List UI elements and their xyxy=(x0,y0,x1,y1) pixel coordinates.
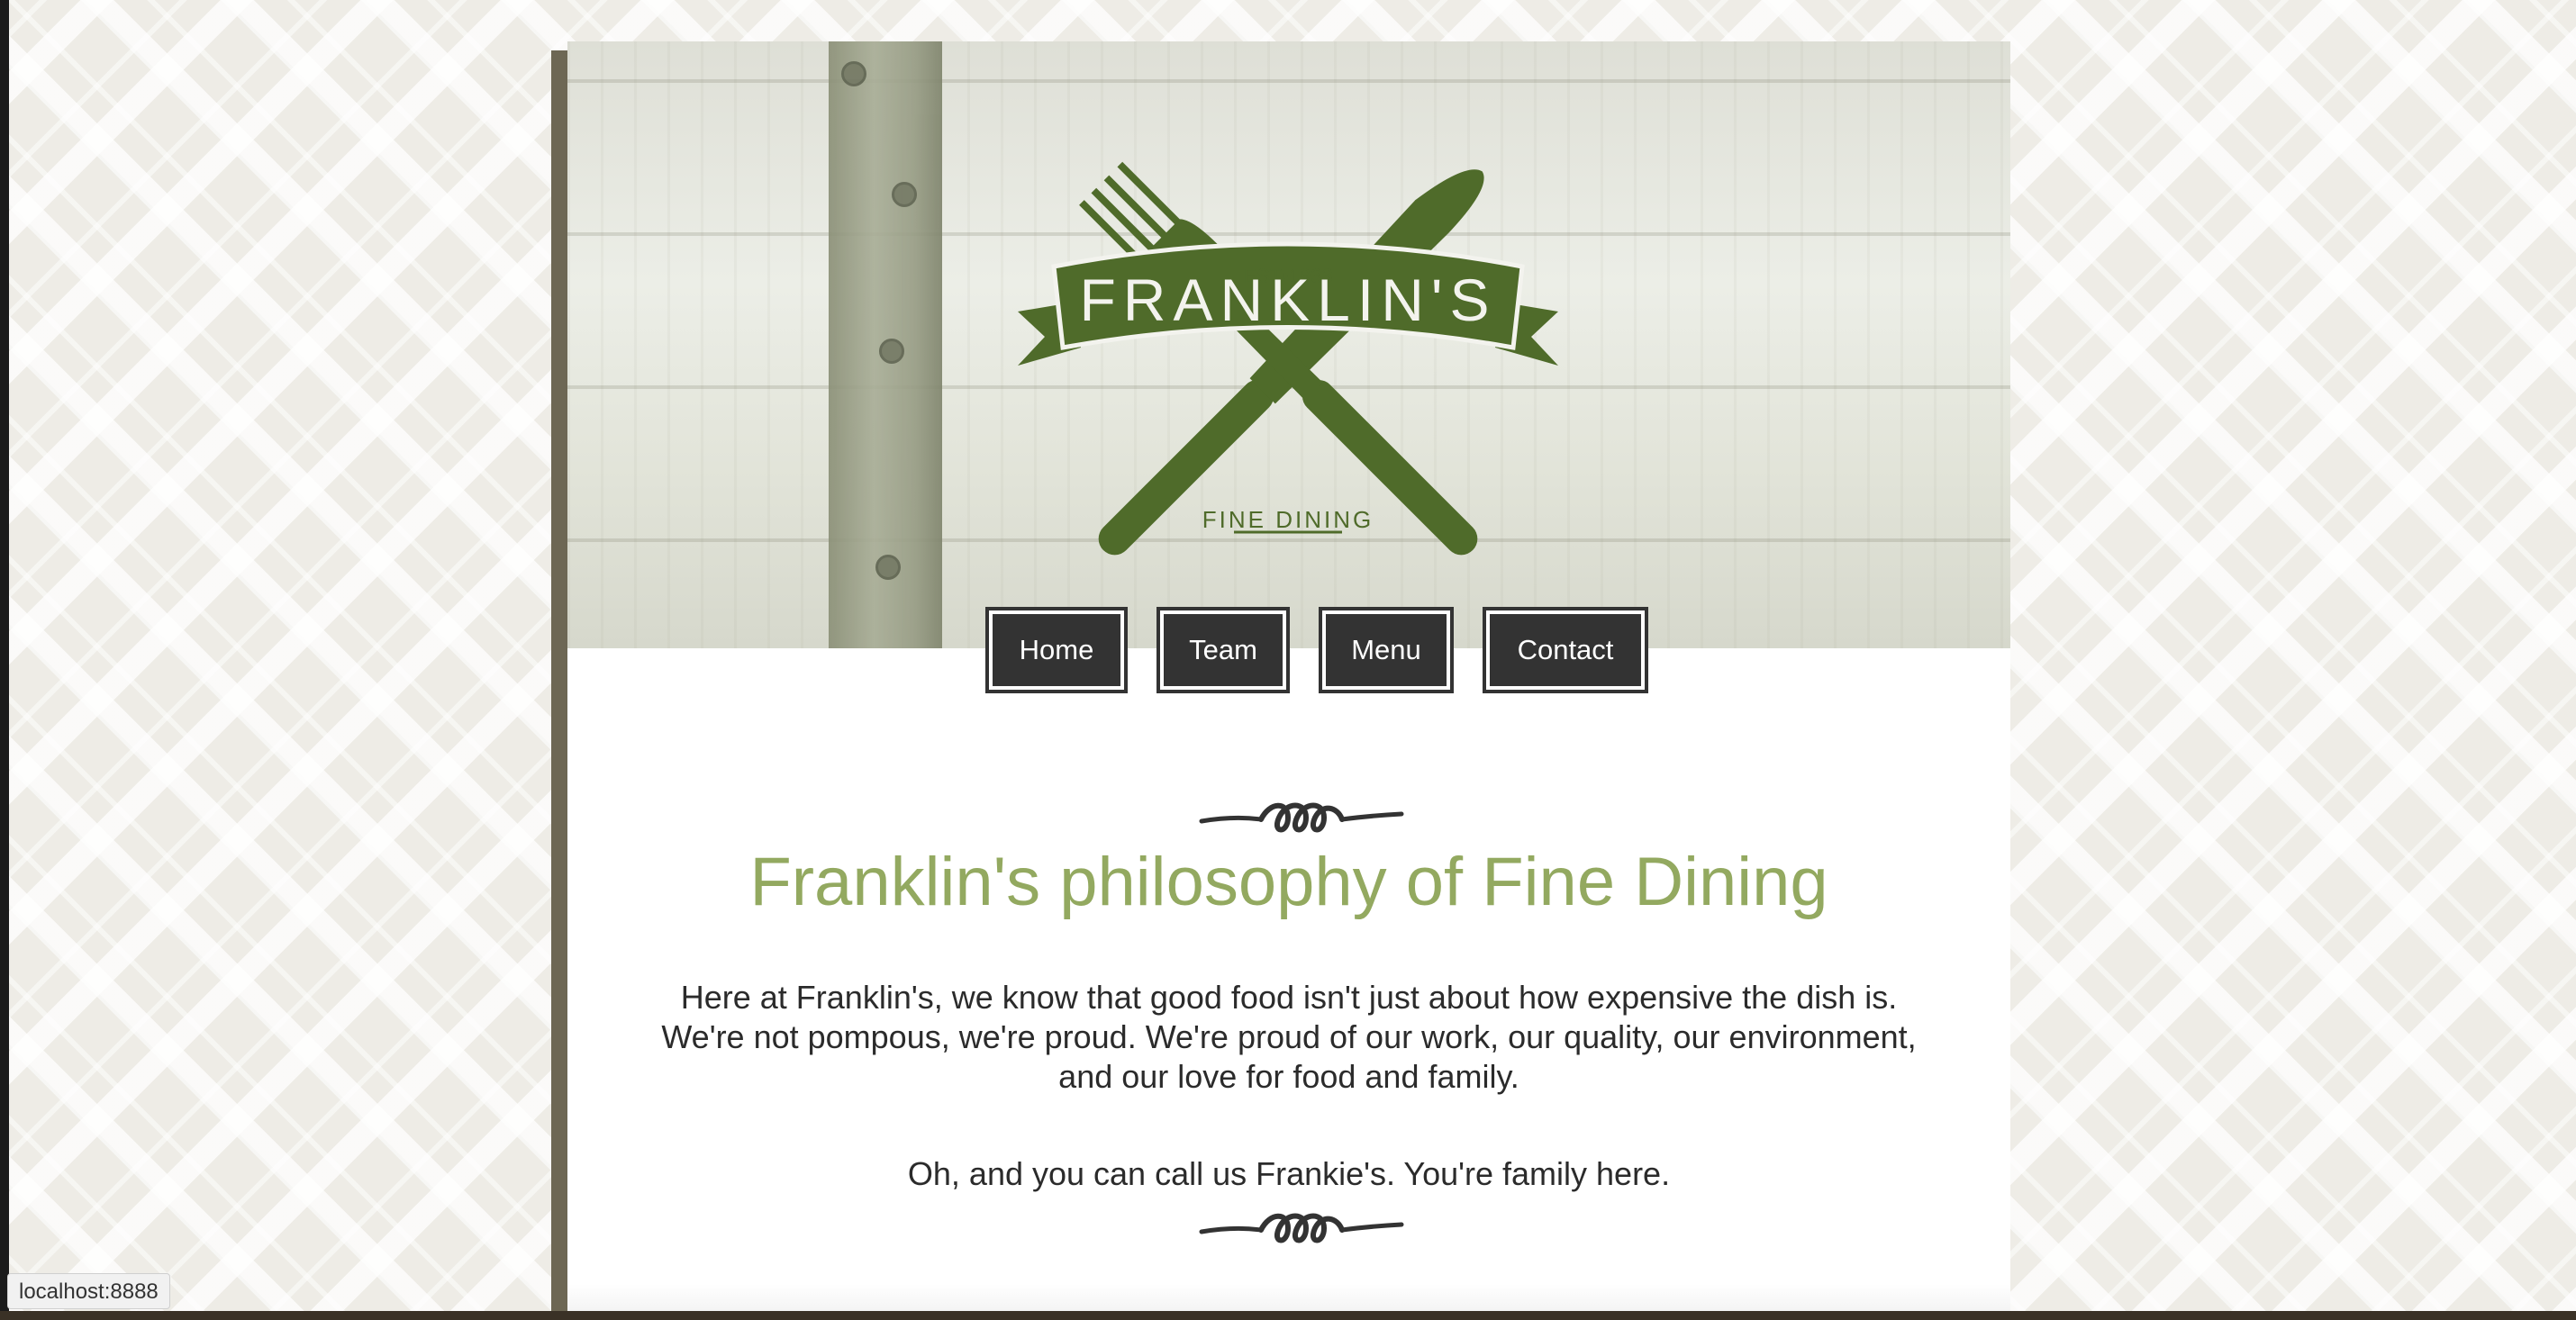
crossed-fork-knife-icon: EST•1933 FRANKLIN'S FINE DINING xyxy=(1018,161,1558,556)
page-shadow xyxy=(551,50,567,1311)
page-headline: Franklin's philosophy of Fine Dining xyxy=(749,844,1828,920)
nav-team-label: Team xyxy=(1189,634,1257,665)
nav-contact-button[interactable]: Contact xyxy=(1483,607,1648,693)
wood-strap-decoration xyxy=(829,41,942,648)
nav-contact-label: Contact xyxy=(1517,634,1614,665)
intro-paragraph: Here at Franklin's, we know that good fo… xyxy=(661,979,1917,1095)
logo-name-text: FRANKLIN'S xyxy=(1079,267,1496,333)
ornamental-divider-icon xyxy=(1198,798,1405,837)
nav-menu-button[interactable]: Menu xyxy=(1319,607,1454,693)
nav-menu-label: Menu xyxy=(1351,634,1421,665)
window-bottom-edge xyxy=(0,1311,2576,1320)
hero-banner: EST•1933 FRANKLIN'S FINE DINING xyxy=(567,41,2010,648)
page-container: EST•1933 FRANKLIN'S FINE DINING Home Tea… xyxy=(551,41,2010,1311)
window-left-edge xyxy=(0,0,9,1320)
ornamental-divider-icon xyxy=(1198,1208,1405,1248)
main-navigation: Home Team Menu Contact xyxy=(567,607,2010,697)
bolt-icon xyxy=(879,339,904,364)
nav-home-label: Home xyxy=(1019,634,1094,665)
family-paragraph: Oh, and you can call us Frankie's. You'r… xyxy=(907,1155,1671,1192)
status-bar-url: localhost:8888 xyxy=(7,1273,170,1309)
nav-team-button[interactable]: Team xyxy=(1156,607,1290,693)
logo-tagline-text: FINE DINING xyxy=(1202,506,1374,533)
page-content: EST•1933 FRANKLIN'S FINE DINING Home Tea… xyxy=(567,41,2010,1311)
nav-home-button[interactable]: Home xyxy=(985,607,1128,693)
bolt-icon xyxy=(875,555,901,580)
footer-edge xyxy=(567,1284,2010,1311)
bolt-icon xyxy=(892,182,917,207)
bolt-icon xyxy=(841,61,866,86)
franklins-logo[interactable]: EST•1933 FRANKLIN'S FINE DINING xyxy=(1000,131,1576,600)
